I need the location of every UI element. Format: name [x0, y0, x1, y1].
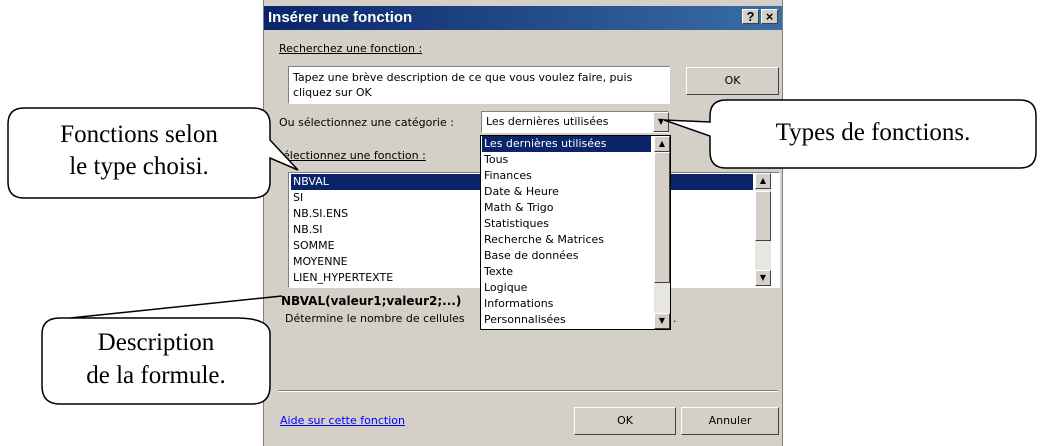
category-dropdown-list[interactable]: Les dernières utilisées Tous Finances Date … — [480, 135, 671, 330]
category-value: Les dernières utilisées — [486, 115, 609, 128]
category-list-item[interactable]: Recherche & Matrices — [482, 232, 651, 248]
search-input[interactable]: Tapez une brève description de ce que vo… — [288, 66, 670, 104]
ok-button[interactable]: OK — [574, 407, 676, 435]
callout-desc-line1: Description — [97, 329, 215, 356]
category-label: Ou sélectionnez une catégorie : — [279, 116, 454, 129]
triangle-down-icon: ▼ — [658, 316, 666, 325]
callout-functions-line1: Fonctions selon — [60, 121, 218, 148]
search-label: Recherchez une fonction : — [279, 42, 423, 55]
callout-shape — [7, 107, 299, 199]
cancel-button[interactable]: Annuler — [681, 407, 779, 435]
category-list-item[interactable]: Tous — [482, 152, 651, 168]
callout-formula-description: Description de la formule. — [0, 280, 300, 440]
category-list-item[interactable]: Informations — [482, 296, 651, 312]
triangle-down-icon: ▼ — [759, 273, 767, 282]
category-list-item[interactable]: Base de données — [482, 248, 651, 264]
insert-function-dialog: Insérer une fonction ? × Recherchez une … — [263, 0, 783, 446]
callout-functions-by-type: Fonctions selon le type choisi. — [0, 0, 300, 220]
category-select[interactable]: Les dernières utilisées — [481, 111, 669, 133]
scroll-down-button[interactable]: ▼ — [755, 270, 771, 286]
separator — [278, 390, 778, 392]
category-list-item[interactable]: Les dernières utilisées — [482, 136, 651, 152]
callout-functions-line2: le type choisi. — [69, 153, 209, 180]
category-list-item[interactable]: Finances — [482, 168, 651, 184]
function-description: Détermine le nombre de cellules — [285, 312, 465, 325]
close-button[interactable]: × — [761, 9, 778, 24]
help-button[interactable]: ? — [742, 9, 759, 24]
function-syntax: NBVAL(valeur1;valeur2;...) — [281, 294, 462, 308]
category-list-item[interactable]: Math & Trigo — [482, 200, 651, 216]
category-list-item[interactable]: Texte — [482, 264, 651, 280]
title-bar: Insérer une fonction ? × — [264, 6, 782, 30]
description-tail: . — [673, 312, 677, 325]
category-list-item[interactable]: Logique — [482, 280, 651, 296]
callout-desc-line2: de la formule. — [86, 362, 226, 389]
search-text: Tapez une brève description de ce que vo… — [293, 71, 633, 99]
category-list-item[interactable]: Date & Heure — [482, 184, 651, 200]
callout-function-types: Types de fonctions. — [650, 90, 1045, 200]
function-label: électionnez une fonction : — [283, 149, 426, 162]
callout-types-text: Types de fonctions. — [775, 119, 971, 146]
category-list-item[interactable]: Statistiques — [482, 216, 651, 232]
category-list-item[interactable]: Personnalisées — [482, 312, 651, 328]
cat-scroll-down-button[interactable]: ▼ — [654, 313, 670, 329]
